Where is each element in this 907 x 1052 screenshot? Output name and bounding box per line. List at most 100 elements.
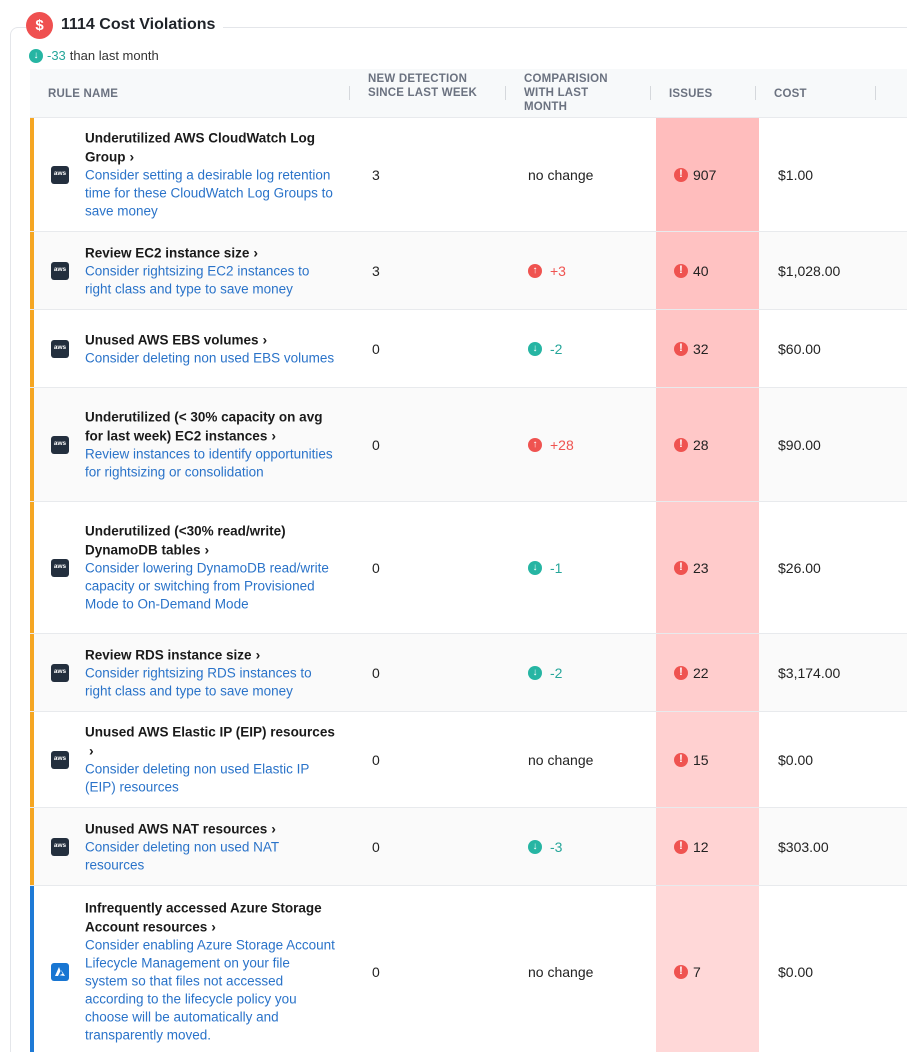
arrow-down-icon: ↓ <box>528 341 542 356</box>
comparison-value: no change <box>528 751 594 768</box>
comparison-value: ↓ -3 <box>528 839 562 855</box>
issues-count: ! 22 <box>674 665 709 681</box>
rule-title-link[interactable]: Infrequently accessed Azure Storage Acco… <box>85 899 335 936</box>
new-detection-value: 0 <box>372 436 380 453</box>
page-title: 1114 Cost Violations <box>61 16 216 33</box>
arrow-down-icon: ↓ <box>528 665 542 680</box>
issues-count: ! 28 <box>674 437 709 453</box>
rule-name-cell[interactable]: Underutilized (< 30% capacity on avg for… <box>85 408 335 481</box>
azure-icon <box>51 962 69 981</box>
table-row[interactable]: aws Unused AWS EBS volumes › Consider delet… <box>30 309 907 387</box>
dollar-icon: $ <box>26 11 53 39</box>
delta-label: than last month <box>69 48 159 63</box>
rule-title-link[interactable]: Unused AWS NAT resources › <box>85 819 335 838</box>
rule-description: Review instances to identify opportuniti… <box>85 446 333 479</box>
provider-accent-bar <box>30 118 34 231</box>
provider-accent-bar <box>30 310 34 387</box>
cost-value: $0.00 <box>778 751 814 768</box>
table-row[interactable]: aws Underutilized (<30% read/write) Dynam… <box>30 501 907 633</box>
column-header-new-detection[interactable]: NEW DETECTION SINCE LAST WEEK <box>368 72 483 100</box>
delta-value: -33 <box>47 48 66 63</box>
provider-accent-bar <box>30 886 34 1052</box>
rule-title-link[interactable]: Underutilized (< 30% capacity on avg for… <box>85 408 335 445</box>
cost-value: $60.00 <box>778 340 821 357</box>
rule-name-cell[interactable]: Unused AWS NAT resources › Consider deleti… <box>85 819 335 874</box>
issues-count: ! 15 <box>674 752 709 768</box>
rule-name-cell[interactable]: Underutilized AWS CloudWatch Log Group › C… <box>85 129 335 220</box>
rule-description: Consider enabling Azure Storage Account … <box>85 937 335 1042</box>
new-detection-value: 0 <box>372 963 380 980</box>
table-header: RULE NAME NEW DETECTION SINCE LAST WEEK … <box>30 69 907 117</box>
rule-name-cell[interactable]: Unused AWS EBS volumes › Consider deleting… <box>85 330 335 367</box>
aws-icon: aws <box>51 837 69 856</box>
table-row[interactable]: aws Review EC2 instance size › Consider rig… <box>30 231 907 309</box>
alert-icon: ! <box>674 263 688 278</box>
alert-icon: ! <box>674 964 688 979</box>
table-row[interactable]: aws Underutilized (< 30% capacity on avg … <box>30 387 907 501</box>
issues-cell-background <box>656 886 759 1052</box>
rule-name-cell[interactable]: Underutilized (<30% read/write) DynamoDB… <box>85 522 335 613</box>
provider-accent-bar <box>30 232 34 309</box>
new-detection-value: 0 <box>372 838 380 855</box>
column-header-cost[interactable]: COST <box>774 87 807 101</box>
table-row[interactable]: aws Underutilized AWS CloudWatch Log Grou… <box>30 117 907 231</box>
alert-icon: ! <box>674 839 688 854</box>
table-row[interactable]: aws Unused AWS Elastic IP (EIP) resources… <box>30 711 907 807</box>
aws-icon: aws <box>51 165 69 184</box>
issues-count: ! 32 <box>674 341 709 357</box>
chevron-right-icon: › <box>271 820 276 836</box>
rule-title-link[interactable]: Review EC2 instance size › <box>85 243 335 262</box>
rule-title-link[interactable]: Unused AWS Elastic IP (EIP) resources› <box>85 723 335 760</box>
table-row[interactable]: aws Review RDS instance size › Consider rig… <box>30 633 907 711</box>
issues-count: ! 907 <box>674 167 716 183</box>
comparison-value: ↓ -1 <box>528 560 562 576</box>
arrow-down-icon: ↓ <box>29 48 43 63</box>
monthly-delta: ↓ -33 than last month <box>29 48 159 63</box>
cost-value: $26.00 <box>778 559 821 576</box>
alert-icon: ! <box>674 167 688 182</box>
arrow-up-icon: ↑ <box>528 437 542 452</box>
column-header-issues[interactable]: ISSUES <box>669 87 712 101</box>
rule-title-link[interactable]: Review RDS instance size › <box>85 645 335 664</box>
table-row[interactable]: aws Unused AWS NAT resources › Consider del… <box>30 807 907 885</box>
aws-icon: aws <box>51 663 69 682</box>
alert-icon: ! <box>674 665 688 680</box>
chevron-right-icon: › <box>262 331 268 347</box>
new-detection-value: 3 <box>372 262 380 279</box>
alert-icon: ! <box>674 560 688 575</box>
rule-name-cell[interactable]: Unused AWS Elastic IP (EIP) resources› Co… <box>85 723 335 796</box>
cost-value: $3,174.00 <box>778 664 841 681</box>
new-detection-value: 0 <box>372 751 380 768</box>
cost-value: $1,028.00 <box>778 262 841 279</box>
comparison-value: ↑ +3 <box>528 263 566 279</box>
aws-icon: aws <box>51 339 69 358</box>
violations-table: RULE NAME NEW DETECTION SINCE LAST WEEK … <box>30 69 907 1052</box>
aws-icon: aws <box>51 261 69 280</box>
column-header-comparison[interactable]: COMPARISION WITH LAST MONTH <box>524 72 624 114</box>
cost-value: $303.00 <box>778 838 829 855</box>
alert-icon: ! <box>674 752 688 767</box>
rule-description: Consider deleting non used NAT resources <box>85 839 279 872</box>
arrow-down-icon: ↓ <box>528 560 542 575</box>
issues-count: ! 7 <box>674 964 701 980</box>
column-divider <box>875 86 876 100</box>
rule-name-cell[interactable]: Review RDS instance size › Consider rights… <box>85 645 335 700</box>
arrow-down-icon: ↓ <box>528 839 542 854</box>
column-divider <box>505 86 506 100</box>
rule-title-link[interactable]: Underutilized AWS CloudWatch Log Group › <box>85 129 335 166</box>
comparison-value: ↑ +28 <box>528 437 574 453</box>
chevron-right-icon: › <box>204 541 210 557</box>
rule-title-link[interactable]: Unused AWS EBS volumes › <box>85 330 335 349</box>
comparison-value: ↓ -2 <box>528 665 562 681</box>
rule-title-link[interactable]: Underutilized (<30% read/write) DynamoDB… <box>85 522 335 559</box>
rule-name-cell[interactable]: Infrequently accessed Azure Storage Acco… <box>85 899 335 1044</box>
chevron-right-icon: › <box>255 646 261 662</box>
provider-accent-bar <box>30 712 34 807</box>
rule-name-cell[interactable]: Review EC2 instance size › Consider rights… <box>85 243 335 298</box>
new-detection-value: 0 <box>372 340 380 357</box>
rule-description: Consider rightsizing RDS instances to ri… <box>85 665 312 698</box>
rule-description: Consider deleting non used EBS volumes <box>85 350 335 365</box>
table-row[interactable]: Infrequently accessed Azure Storage Acco… <box>30 885 907 1052</box>
column-header-rule-name[interactable]: RULE NAME <box>48 87 168 101</box>
comparison-value: ↓ -2 <box>528 341 562 357</box>
